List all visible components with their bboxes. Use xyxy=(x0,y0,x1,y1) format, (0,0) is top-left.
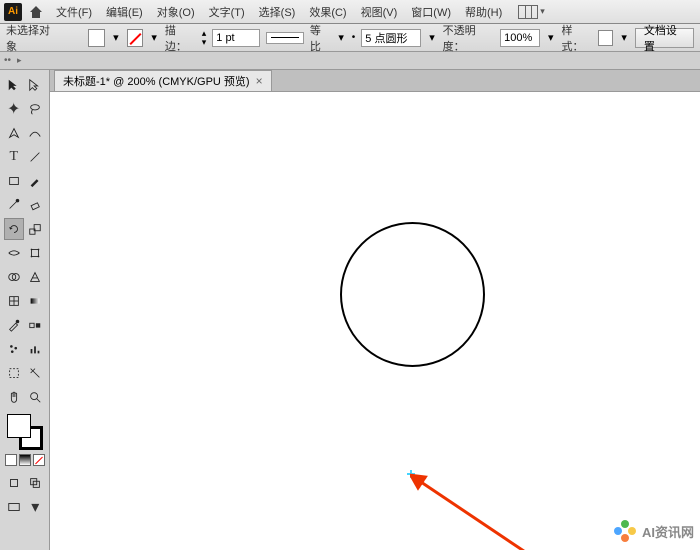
rotation-center-icon[interactable] xyxy=(407,470,415,478)
slice-tool[interactable] xyxy=(26,362,46,384)
pen-tool[interactable] xyxy=(4,122,24,144)
opacity-label: 不透明度： xyxy=(443,22,494,54)
symbol-sprayer-tool[interactable] xyxy=(4,338,24,360)
direct-selection-tool[interactable] xyxy=(26,74,46,96)
chevron-right-icon[interactable]: ▸ xyxy=(17,55,22,66)
type-tool[interactable]: T xyxy=(4,146,24,168)
tab-title: 未标题-1* @ 200% (CMYK/GPU 预览) xyxy=(63,73,250,89)
menu-type[interactable]: 文字(T) xyxy=(203,2,251,22)
menu-select[interactable]: 选择(S) xyxy=(253,2,302,22)
watermark-logo-icon xyxy=(612,518,638,544)
menubar: Ai 文件(F) 编辑(E) 对象(O) 文字(T) 选择(S) 效果(C) 视… xyxy=(0,0,700,24)
magic-wand-tool[interactable]: ✦ xyxy=(4,98,24,120)
uniform-dropdown-icon[interactable]: ▾ xyxy=(336,33,345,43)
uniform-label: 等比 xyxy=(310,22,331,54)
scale-tool[interactable] xyxy=(26,218,45,240)
dock-strip: •• ▸ xyxy=(0,52,700,70)
circle-shape[interactable] xyxy=(340,222,485,367)
perspective-tool[interactable] xyxy=(26,266,46,288)
free-transform-tool[interactable] xyxy=(26,242,46,264)
panel-grip-icon[interactable]: •• xyxy=(4,55,11,66)
color-mode-icon[interactable] xyxy=(5,454,17,466)
line-tool[interactable] xyxy=(26,146,46,168)
hand-tool[interactable] xyxy=(4,386,24,408)
gradient-tool[interactable] xyxy=(26,290,46,312)
curvature-tool[interactable] xyxy=(26,122,46,144)
draw-normal-icon[interactable] xyxy=(4,472,24,494)
home-icon[interactable] xyxy=(28,4,44,20)
fill-stroke-control[interactable] xyxy=(7,414,43,450)
blend-tool[interactable] xyxy=(26,314,46,336)
profile-dropdown-icon[interactable]: ▾ xyxy=(427,33,436,43)
brush-profile-input[interactable] xyxy=(361,29,421,47)
tools-panel: ✦ T ▾ xyxy=(0,70,50,550)
rectangle-tool[interactable] xyxy=(4,170,24,192)
menu-effect[interactable]: 效果(C) xyxy=(303,2,352,22)
opacity-input[interactable] xyxy=(500,29,540,47)
lasso-tool[interactable] xyxy=(26,98,46,120)
menu-edit[interactable]: 编辑(E) xyxy=(100,2,149,22)
fill-color-box[interactable] xyxy=(7,414,31,438)
shaper-tool[interactable] xyxy=(4,194,24,216)
fill-swatch[interactable] xyxy=(88,29,105,47)
change-screen-icon[interactable]: ▾ xyxy=(26,496,46,518)
style-swatch[interactable] xyxy=(598,30,613,46)
document-tab-bar: 未标题-1* @ 200% (CMYK/GPU 预览) × xyxy=(50,70,700,92)
opacity-dropdown-icon[interactable]: ▾ xyxy=(546,33,555,43)
document-area: 未标题-1* @ 200% (CMYK/GPU 预览) × AI资讯网 xyxy=(50,70,700,550)
workspace-switcher-icon[interactable] xyxy=(518,5,538,19)
stroke-profile-preview[interactable] xyxy=(266,32,304,44)
menu-view[interactable]: 视图(V) xyxy=(355,2,404,22)
none-mode-icon[interactable] xyxy=(33,454,45,466)
menu-file[interactable]: 文件(F) xyxy=(50,2,98,22)
menu-object[interactable]: 对象(O) xyxy=(151,2,201,22)
document-setup-button[interactable]: 文档设置 xyxy=(635,28,694,48)
app-icon: Ai xyxy=(4,3,22,21)
rotate-tool[interactable] xyxy=(4,218,24,240)
artboard-tool[interactable] xyxy=(4,362,24,384)
menu-window[interactable]: 窗口(W) xyxy=(405,2,457,22)
chevron-down-icon[interactable]: ▾ xyxy=(540,6,545,17)
color-mode-row xyxy=(4,454,45,466)
stroke-swatch[interactable] xyxy=(127,29,144,47)
watermark: AI资讯网 xyxy=(612,518,694,544)
options-bar: 未选择对象 ▾ ▾ 描边： ▴▾ 等比 ▾ • ▾ 不透明度： ▾ 样式： ▾ … xyxy=(0,24,700,52)
column-graph-tool[interactable] xyxy=(26,338,46,360)
menu-help[interactable]: 帮助(H) xyxy=(459,2,508,22)
screen-mode-icon[interactable] xyxy=(4,496,24,518)
stroke-dropdown-icon[interactable]: ▾ xyxy=(149,33,158,43)
shape-builder-tool[interactable] xyxy=(4,266,24,288)
stroke-weight-label: 描边： xyxy=(165,22,196,54)
eraser-tool[interactable] xyxy=(26,194,46,216)
mesh-tool[interactable] xyxy=(4,290,24,312)
zoom-tool[interactable] xyxy=(26,386,46,408)
close-tab-icon[interactable]: × xyxy=(256,74,263,88)
style-dropdown-icon[interactable]: ▾ xyxy=(619,33,628,43)
eyedropper-tool[interactable] xyxy=(4,314,24,336)
stepper-icon[interactable]: ▴▾ xyxy=(202,29,207,47)
no-selection-label: 未选择对象 xyxy=(6,22,57,54)
fill-dropdown-icon[interactable]: ▾ xyxy=(111,33,120,43)
style-label: 样式： xyxy=(561,22,592,54)
stroke-weight-input[interactable] xyxy=(212,29,260,47)
annotation-arrow-icon xyxy=(410,472,590,550)
width-tool[interactable] xyxy=(4,242,24,264)
paintbrush-tool[interactable] xyxy=(26,170,46,192)
draw-behind-icon[interactable] xyxy=(26,472,46,494)
gradient-mode-icon[interactable] xyxy=(19,454,31,466)
watermark-text: AI资讯网 xyxy=(642,522,694,541)
selection-tool[interactable] xyxy=(4,74,24,96)
document-tab[interactable]: 未标题-1* @ 200% (CMYK/GPU 预览) × xyxy=(54,70,272,91)
canvas[interactable]: AI资讯网 xyxy=(50,92,700,550)
